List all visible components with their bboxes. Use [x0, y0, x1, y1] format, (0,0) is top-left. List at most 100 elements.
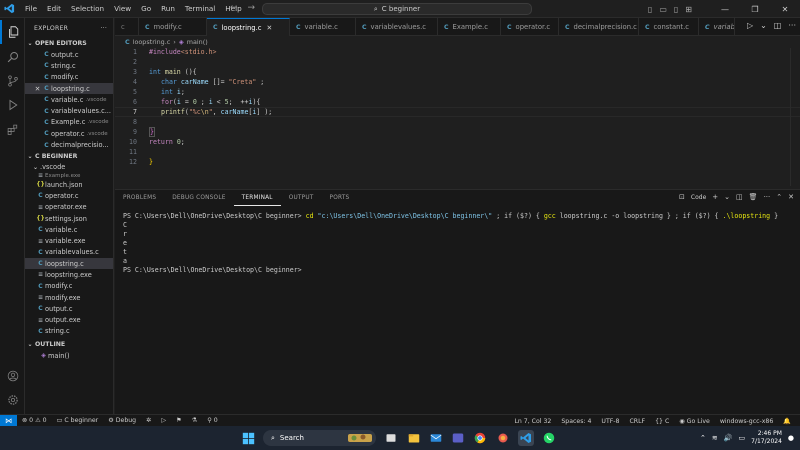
menu-view[interactable]: View: [109, 4, 136, 13]
vscode-taskbar-icon[interactable]: [518, 430, 534, 446]
open-editor-item[interactable]: Cstring.c: [25, 60, 113, 71]
bug-icon[interactable]: ✲: [141, 417, 156, 424]
open-editor-item[interactable]: Cvariablevalues.c...: [25, 105, 113, 116]
language-mode[interactable]: {} C: [650, 418, 674, 425]
more-actions-icon[interactable]: ···: [788, 21, 796, 30]
more-actions-icon[interactable]: ···: [764, 193, 771, 201]
terminal-command-line[interactable]: PS C:\Users\Dell\OneDrive\Desktop\C begi…: [123, 212, 778, 220]
file-item[interactable]: ≡ output.exe: [25, 315, 113, 326]
search-icon[interactable]: [0, 45, 25, 69]
code-line-10[interactable]: return 0;: [149, 138, 185, 146]
toggle-panel-icon[interactable]: ▭: [659, 5, 667, 14]
code-line-9[interactable]: }: [149, 127, 155, 137]
indentation[interactable]: Spaces: 4: [556, 418, 596, 425]
editor-scrollbar[interactable]: [790, 48, 800, 186]
file-explorer-icon[interactable]: [406, 430, 422, 446]
terminal-dropdown-icon[interactable]: ⌄: [724, 193, 730, 201]
open-editors-section[interactable]: ⌄ OPEN EDITORS: [25, 38, 113, 49]
platform-indicator[interactable]: windows-gcc-x86: [715, 418, 778, 425]
file-item[interactable]: Cvariablevalues.c: [25, 247, 113, 258]
file-item[interactable]: {} launch.json: [25, 179, 113, 190]
outline-section[interactable]: ⌄ OUTLINE: [25, 339, 113, 350]
new-terminal-icon[interactable]: +: [712, 193, 718, 201]
menu-terminal[interactable]: Terminal: [180, 4, 220, 13]
file-item[interactable]: ≡ modify.exe: [25, 292, 113, 303]
folder-indicator[interactable]: ▭ C beginner: [52, 417, 104, 424]
file-item[interactable]: ≡ variable.exe: [25, 235, 113, 246]
flask-icon[interactable]: ⚗: [187, 417, 203, 424]
toggle-sidebar-icon[interactable]: ▯: [648, 5, 652, 14]
tab-loopstring[interactable]: Cloopstring.c ✕: [207, 18, 290, 36]
chrome-icon[interactable]: [472, 430, 488, 446]
remote-icon[interactable]: ⋈: [0, 414, 17, 427]
open-editor-item[interactable]: C Example.c .vscode: [25, 117, 113, 128]
open-editor-item[interactable]: Cmodify.c: [25, 72, 113, 83]
tab-decimalprecision[interactable]: Cdecimalprecision.c: [559, 18, 639, 36]
file-item[interactable]: {} settings.json: [25, 213, 113, 224]
run-code-icon[interactable]: ▷: [747, 21, 753, 30]
whatsapp-icon[interactable]: [541, 430, 557, 446]
folder-section[interactable]: ⌄ C BEGINNER: [25, 151, 113, 162]
menu-edit[interactable]: Edit: [42, 4, 66, 13]
command-center[interactable]: ⌕ C beginner: [262, 3, 532, 15]
clock[interactable]: 2:46 PM 7/17/2024: [751, 430, 782, 446]
mail-icon[interactable]: [428, 430, 444, 446]
debug-indicator[interactable]: ⚙ Debug: [103, 417, 141, 424]
breadcrumb-symbol[interactable]: main(): [187, 38, 208, 46]
battery-icon[interactable]: ▭: [739, 434, 746, 442]
tab-variable-exe[interactable]: Cvariable.ex: [699, 18, 735, 36]
volume-icon[interactable]: 🔊: [724, 434, 733, 442]
outline-item[interactable]: ◈ main(): [25, 350, 113, 361]
explorer-icon[interactable]: [0, 20, 25, 44]
account-icon[interactable]: [0, 364, 25, 388]
encoding[interactable]: UTF-8: [596, 418, 624, 425]
windows-start-icon[interactable]: [240, 430, 256, 446]
kill-terminal-icon[interactable]: 🗑: [749, 193, 758, 201]
open-editor-item[interactable]: Cdecimalprecisio...: [25, 139, 113, 150]
tab-problems[interactable]: PROBLEMS: [115, 190, 164, 206]
go-live-button[interactable]: ◉ Go Live: [674, 418, 715, 425]
shell-label[interactable]: Code: [691, 194, 706, 201]
file-item[interactable]: Cstring.c: [25, 326, 113, 337]
customize-layout-icon[interactable]: ⊞: [685, 5, 692, 14]
extensions-icon[interactable]: [0, 118, 25, 142]
toggle-secondary-sidebar-icon[interactable]: ▯: [674, 5, 678, 14]
code-editor[interactable]: 1 2 3 4 5 6 7 8 9 10 11 12 #include<stdio.h> int ma…: [115, 48, 800, 186]
task-view-icon[interactable]: [383, 430, 399, 446]
source-control-icon[interactable]: [0, 69, 25, 93]
open-editor-item[interactable]: Coutput.c: [25, 49, 113, 60]
menu-selection[interactable]: Selection: [66, 4, 109, 13]
file-item[interactable]: ≡ loopstring.exe: [25, 269, 113, 280]
open-editor-item[interactable]: Coperator.c .vscode: [25, 128, 113, 139]
code-line-1[interactable]: #include<stdio.h>: [149, 48, 217, 56]
breadcrumb-file[interactable]: loopstring.c: [133, 38, 171, 46]
line-ending[interactable]: CRLF: [624, 418, 650, 425]
tab-constant[interactable]: Cconstant.c: [639, 18, 699, 36]
close-panel-icon[interactable]: ✕: [788, 193, 794, 201]
tab-example[interactable]: C Example.c: [438, 18, 501, 36]
run-icon[interactable]: ▷: [156, 417, 171, 424]
close-window-button[interactable]: ✕: [770, 5, 800, 14]
notification-icon[interactable]: ●: [788, 434, 794, 442]
run-debug-icon[interactable]: [0, 93, 25, 117]
file-item[interactable]: Cloopstring.c: [25, 258, 113, 270]
restore-button[interactable]: ❐: [740, 5, 770, 14]
back-arrow-icon[interactable]: ←: [230, 3, 238, 13]
wifi-icon[interactable]: ≋: [712, 434, 718, 442]
menu-file[interactable]: File: [20, 4, 42, 13]
code-line-6[interactable]: for(i = 0 ; i < 5; ++i){: [161, 98, 260, 106]
tab-terminal[interactable]: TERMINAL: [233, 190, 281, 206]
tab-output[interactable]: OUTPUT: [281, 190, 322, 206]
code-line-3[interactable]: int main (){: [149, 68, 197, 76]
tab-variable[interactable]: Cvariable.c: [290, 18, 356, 36]
menu-run[interactable]: Run: [156, 4, 180, 13]
forward-arrow-icon[interactable]: →: [248, 3, 256, 13]
close-tab-icon[interactable]: ✕: [266, 24, 272, 32]
menu-go[interactable]: Go: [136, 4, 156, 13]
settings-gear-icon[interactable]: [0, 388, 25, 412]
file-item[interactable]: Cmodify.c: [25, 281, 113, 292]
code-line-7[interactable]: printf("%c\n", carName[i] );: [161, 108, 272, 116]
tab-overflow[interactable]: c: [115, 18, 139, 36]
maximize-panel-icon[interactable]: ⌃: [776, 193, 782, 201]
split-editor-icon[interactable]: ◫: [774, 21, 782, 30]
